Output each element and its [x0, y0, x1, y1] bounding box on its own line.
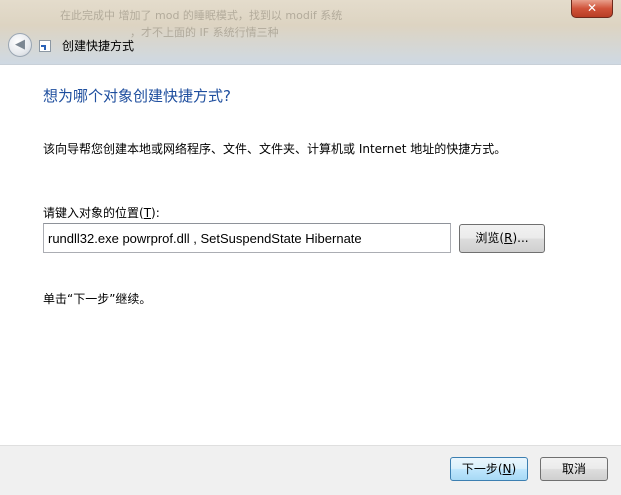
page-title: 想为哪个对象创建快捷方式? — [43, 87, 231, 105]
background-text: 在此完成中 增加了 mod 的睡眠模式，找到以 modif 系统 — [60, 9, 343, 22]
back-button[interactable]: ◀ — [8, 33, 32, 57]
window-title: 创建快捷方式 — [62, 39, 135, 53]
wizard-description: 该向导帮您创建本地或网络程序、文件、文件夹、计算机或 Internet 地址的快… — [43, 142, 507, 156]
continue-hint: 单击“下一步”继续。 — [43, 292, 152, 306]
location-hotkey: T — [143, 206, 152, 220]
back-arrow-icon: ◀ — [15, 37, 25, 52]
window-chrome: 在此完成中 增加了 mod 的睡眠模式，找到以 modif 系统 ，才不上面的 … — [0, 0, 621, 64]
close-button[interactable]: ✕ — [571, 0, 613, 18]
wizard-content: 想为哪个对象创建快捷方式? 该向导帮您创建本地或网络程序、文件、文件夹、计算机或… — [0, 64, 621, 446]
shortcut-icon — [39, 40, 51, 52]
location-input[interactable] — [43, 223, 451, 253]
background-text: ，才不上面的 IF 系统行情三种 — [130, 26, 279, 39]
browse-button[interactable]: 浏览(R)... — [459, 224, 545, 253]
wizard-footer: 下一步(N) 取消 — [0, 445, 621, 495]
cancel-button[interactable]: 取消 — [540, 457, 608, 481]
next-button[interactable]: 下一步(N) — [450, 457, 528, 481]
location-label: 请键入对象的位置(T): — [43, 206, 160, 220]
